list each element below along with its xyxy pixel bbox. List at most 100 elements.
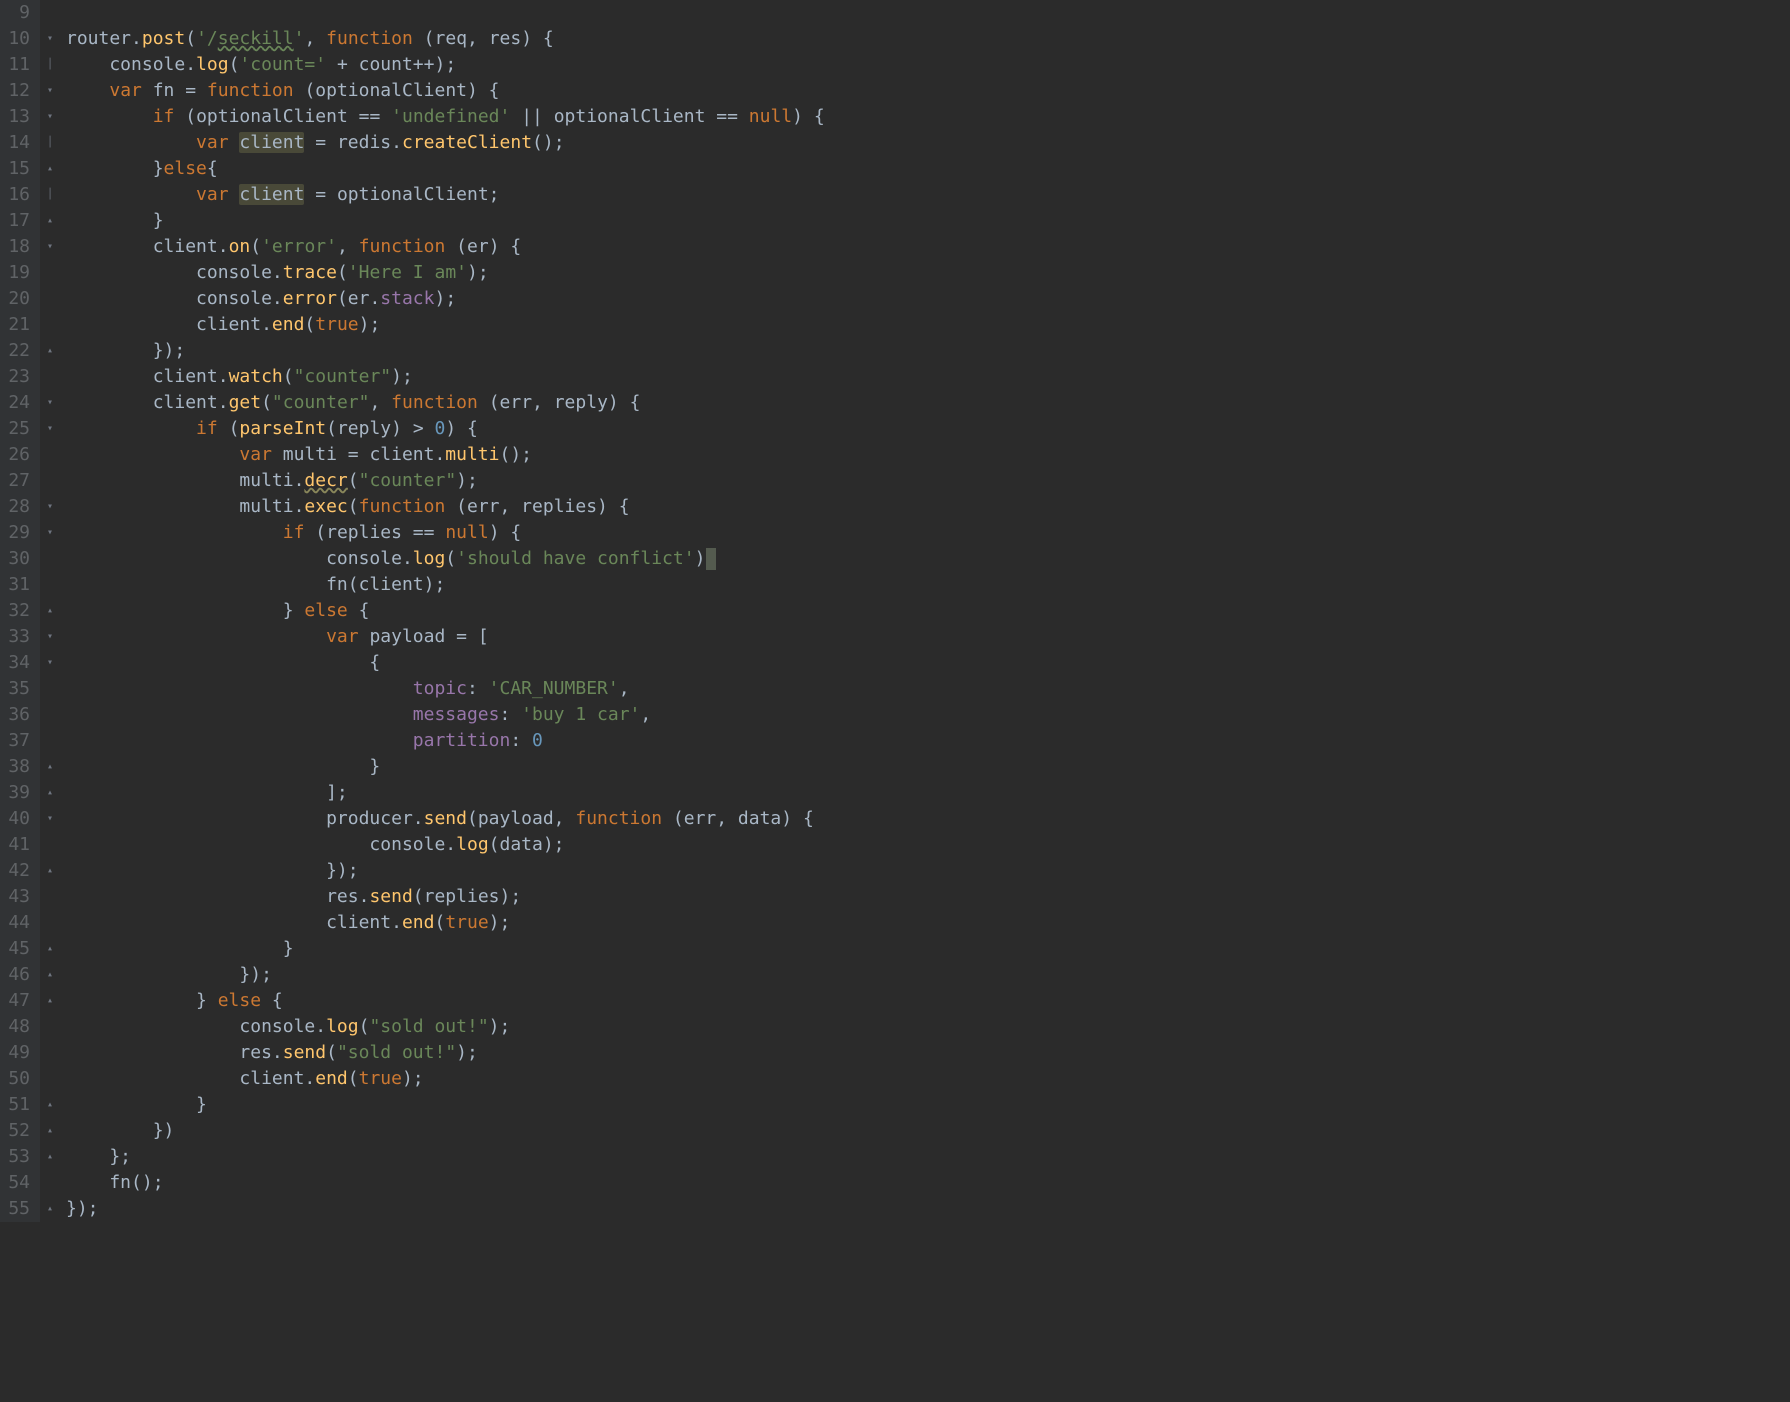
line-number[interactable]: 18	[8, 234, 30, 260]
code-line[interactable]: }	[66, 208, 825, 234]
line-number[interactable]: 24	[8, 390, 30, 416]
fold-marker-icon[interactable]: ▴	[40, 208, 60, 234]
code-area[interactable]: router.post('/seckill', function (req, r…	[60, 0, 825, 1222]
fold-marker-icon[interactable]: ▴	[40, 780, 60, 806]
code-line[interactable]: client.get("counter", function (err, rep…	[66, 390, 825, 416]
line-number[interactable]: 19	[8, 260, 30, 286]
line-number[interactable]: 46	[8, 962, 30, 988]
code-line[interactable]: multi.decr("counter");	[66, 468, 825, 494]
code-line[interactable]: router.post('/seckill', function (req, r…	[66, 26, 825, 52]
code-line[interactable]: }	[66, 1092, 825, 1118]
code-line[interactable]: var multi = client.multi();	[66, 442, 825, 468]
code-line[interactable]: client.end(true);	[66, 1066, 825, 1092]
fold-marker-icon[interactable]	[40, 364, 60, 390]
code-line[interactable]: } else {	[66, 598, 825, 624]
code-line[interactable]: };	[66, 1144, 825, 1170]
fold-marker-icon[interactable]	[40, 832, 60, 858]
line-number[interactable]: 32	[8, 598, 30, 624]
code-line[interactable]: if (parseInt(reply) > 0) {	[66, 416, 825, 442]
line-number[interactable]: 38	[8, 754, 30, 780]
line-number[interactable]: 27	[8, 468, 30, 494]
code-line[interactable]: });	[66, 858, 825, 884]
fold-marker-icon[interactable]: ▾	[40, 234, 60, 260]
fold-marker-icon[interactable]	[40, 442, 60, 468]
fold-marker-icon[interactable]: ▾	[40, 806, 60, 832]
code-line[interactable]: producer.send(payload, function (err, da…	[66, 806, 825, 832]
fold-marker-icon[interactable]	[40, 1170, 60, 1196]
fold-marker-icon[interactable]: ▾	[40, 78, 60, 104]
code-line[interactable]: var payload = [	[66, 624, 825, 650]
fold-marker-icon[interactable]	[40, 910, 60, 936]
fold-marker-icon[interactable]: ▴	[40, 1196, 60, 1222]
fold-marker-icon[interactable]: ▾	[40, 104, 60, 130]
fold-marker-icon[interactable]: ▴	[40, 988, 60, 1014]
line-number[interactable]: 12	[8, 78, 30, 104]
line-number[interactable]: 29	[8, 520, 30, 546]
line-number[interactable]: 16	[8, 182, 30, 208]
fold-marker-gutter[interactable]: ▾│▾▾│▴│▴▾▴▾▾▾▾▴▾▾▴▴▾▴▴▴▴▴▴▴▴	[40, 0, 60, 1222]
line-number[interactable]: 51	[8, 1092, 30, 1118]
code-line[interactable]: fn();	[66, 1170, 825, 1196]
fold-marker-icon[interactable]: ▴	[40, 962, 60, 988]
fold-marker-icon[interactable]	[40, 286, 60, 312]
code-line[interactable]: {	[66, 650, 825, 676]
line-number[interactable]: 50	[8, 1066, 30, 1092]
line-number[interactable]: 28	[8, 494, 30, 520]
line-number[interactable]: 33	[8, 624, 30, 650]
line-number[interactable]: 13	[8, 104, 30, 130]
code-line[interactable]: if (optionalClient == 'undefined' || opt…	[66, 104, 825, 130]
code-line[interactable]: res.send(replies);	[66, 884, 825, 910]
line-number[interactable]: 54	[8, 1170, 30, 1196]
code-line[interactable]: topic: 'CAR_NUMBER',	[66, 676, 825, 702]
fold-marker-icon[interactable]	[40, 884, 60, 910]
fold-marker-icon[interactable]	[40, 1040, 60, 1066]
line-number[interactable]: 52	[8, 1118, 30, 1144]
code-line[interactable]: });	[66, 962, 825, 988]
line-number[interactable]: 26	[8, 442, 30, 468]
fold-marker-icon[interactable]: ▴	[40, 156, 60, 182]
code-editor[interactable]: 9101112131415161718192021222324252627282…	[0, 0, 1790, 1222]
code-line[interactable]: console.trace('Here I am');	[66, 260, 825, 286]
fold-marker-icon[interactable]: ▴	[40, 598, 60, 624]
fold-marker-icon[interactable]	[40, 260, 60, 286]
line-number[interactable]: 34	[8, 650, 30, 676]
fold-marker-icon[interactable]	[40, 1066, 60, 1092]
code-line[interactable]: });	[66, 338, 825, 364]
fold-marker-icon[interactable]	[40, 702, 60, 728]
code-line[interactable]: }else{	[66, 156, 825, 182]
fold-marker-icon[interactable]: ▴	[40, 338, 60, 364]
code-line[interactable]: console.log('should have conflict')	[66, 546, 825, 572]
fold-marker-icon[interactable]: ▴	[40, 936, 60, 962]
line-number[interactable]: 47	[8, 988, 30, 1014]
code-line[interactable]: }	[66, 936, 825, 962]
fold-marker-icon[interactable]	[40, 312, 60, 338]
line-number[interactable]: 23	[8, 364, 30, 390]
code-line[interactable]: }	[66, 754, 825, 780]
line-number[interactable]: 10	[8, 26, 30, 52]
line-number[interactable]: 9	[8, 0, 30, 26]
line-number[interactable]: 40	[8, 806, 30, 832]
line-number[interactable]: 49	[8, 1040, 30, 1066]
fold-marker-icon[interactable]	[40, 1014, 60, 1040]
fold-marker-icon[interactable]: │	[40, 130, 60, 156]
fold-marker-icon[interactable]: ▴	[40, 1092, 60, 1118]
code-line[interactable]: var fn = function (optionalClient) {	[66, 78, 825, 104]
line-number[interactable]: 43	[8, 884, 30, 910]
fold-marker-icon[interactable]: ▾	[40, 26, 60, 52]
line-number[interactable]: 45	[8, 936, 30, 962]
code-line[interactable]: console.log(data);	[66, 832, 825, 858]
code-line[interactable]: client.end(true);	[66, 312, 825, 338]
code-line[interactable]: console.error(er.stack);	[66, 286, 825, 312]
fold-marker-icon[interactable]: │	[40, 52, 60, 78]
line-number[interactable]: 31	[8, 572, 30, 598]
fold-marker-icon[interactable]	[40, 728, 60, 754]
line-number[interactable]: 39	[8, 780, 30, 806]
code-line[interactable]: client.end(true);	[66, 910, 825, 936]
line-number[interactable]: 25	[8, 416, 30, 442]
fold-marker-icon[interactable]: ▴	[40, 858, 60, 884]
code-line[interactable]: console.log("sold out!");	[66, 1014, 825, 1040]
line-number[interactable]: 15	[8, 156, 30, 182]
line-number[interactable]: 53	[8, 1144, 30, 1170]
line-number[interactable]: 30	[8, 546, 30, 572]
code-line[interactable]: fn(client);	[66, 572, 825, 598]
